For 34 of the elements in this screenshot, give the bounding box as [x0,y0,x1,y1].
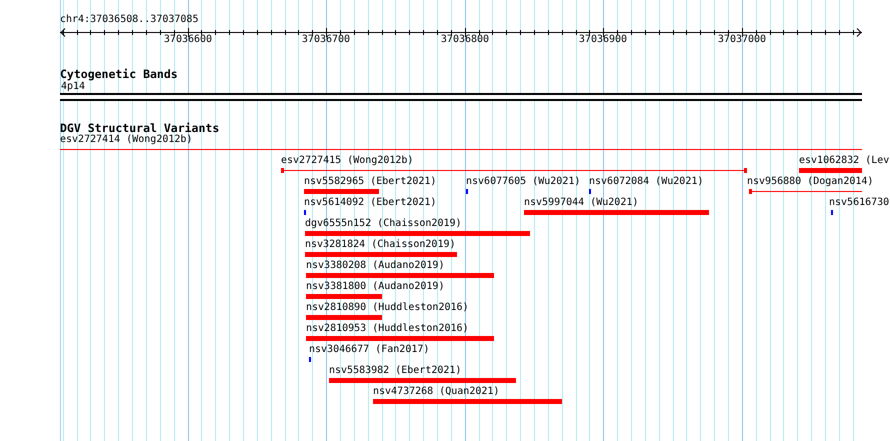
variant-tick [466,189,468,194]
scale-label: 37036800 [440,34,490,46]
variant-tick [304,210,306,215]
feature-label: nsv5616730 [829,197,890,209]
track-title: DGV Structural Variants [60,122,220,134]
feature-label: nsv5614092 (Ebert2021) [304,197,436,209]
band-label: 4p14 [61,81,86,93]
scale-label: 37037000 [718,34,766,46]
feature-label: nsv6072084 (Wu2021) [589,176,704,188]
feature-label: esv1062832 (Lev [799,155,890,167]
feature-label: nsv5582965 (Ebert2021) [304,176,436,188]
variant-tick [589,189,591,194]
feature-label: nsv3381800 (Audano2019) [306,281,444,293]
variant-bar [799,168,862,173]
scale-label: 37036900 [578,34,628,46]
scale-label: 37036600 [164,34,212,46]
feature-label: nsv956880 (Dogan2014) [747,176,874,188]
scale-label: 37036700 [302,34,350,46]
feature-label: nsv3281824 (Chaisson2019) [305,239,456,251]
feature-label: nsv3380208 (Audano2019) [306,260,444,272]
variant-tick [831,210,833,215]
region-label: chr4:37036508..37037085 [60,14,198,26]
feature-label: nsv5583982 (Ebert2021) [329,365,462,377]
feature-label: dgv6555n152 (Chaisson2019) [305,218,462,230]
feature-label: nsv2810953 (Huddleston2016) [306,323,469,335]
variant-tick [309,357,311,362]
feature-label: nsv3046677 (Fan2017) [309,344,430,356]
track-title: Cytogenetic Bands [60,68,178,80]
feature-label: esv2727414 (Wong2012b) [60,134,192,146]
feature-label: nsv4737268 (Quan2021) [373,386,500,398]
feature-label: nsv2810890 (Huddleston2016) [306,302,469,314]
feature-label: nsv5997044 (Wu2021) [524,197,638,209]
feature-label: nsv6077605 (Wu2021) [466,176,580,188]
feature-label: esv2727415 (Wong2012b) [281,155,414,167]
